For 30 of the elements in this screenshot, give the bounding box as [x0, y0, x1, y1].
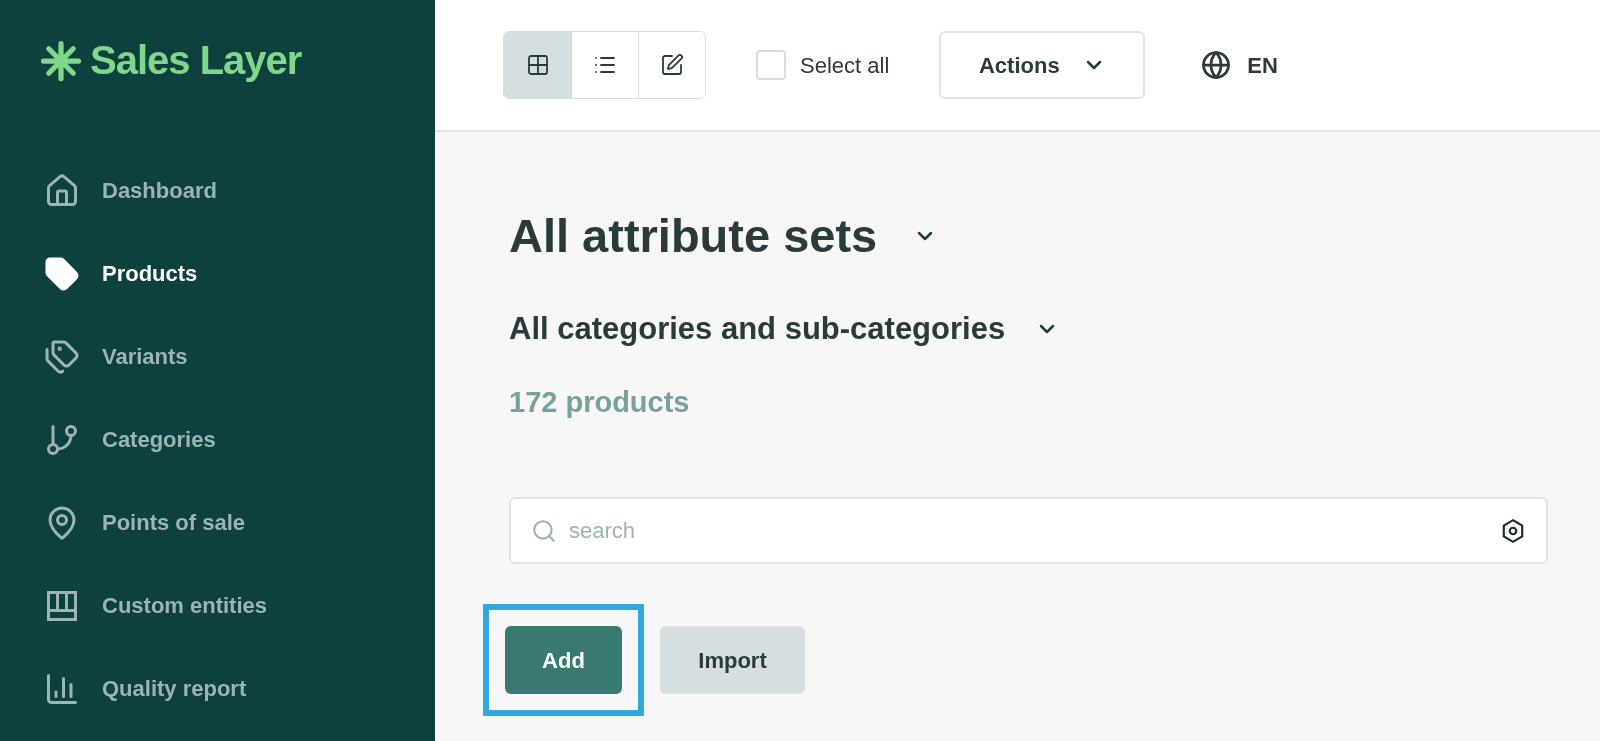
search-icon	[531, 517, 557, 544]
house-icon	[44, 172, 80, 209]
tag-icon	[44, 255, 80, 292]
sidebar-item[interactable]: Products	[0, 232, 435, 315]
category-filter: All categories and sub-categories	[509, 313, 1006, 344]
select-all-checkbox[interactable]	[756, 50, 786, 80]
tags-icon	[44, 338, 80, 375]
hexagon-settings-icon[interactable]	[1500, 517, 1526, 544]
sidebar-item[interactable]: Points of sale	[0, 481, 435, 564]
edit-icon	[660, 53, 684, 77]
import-button[interactable]: Import	[660, 626, 805, 694]
select-all-label: Select all	[800, 51, 890, 80]
product-count: 172 products	[509, 388, 691, 417]
actions-dropdown[interactable]: Actions	[939, 31, 1146, 99]
view-toggle-button[interactable]	[638, 32, 705, 98]
logo-text: Sales Layer	[90, 40, 302, 80]
sidebar-item[interactable]: Custom entities	[0, 564, 435, 647]
globe-icon	[1201, 50, 1232, 80]
sidebar-item[interactable]: Dashboard	[0, 149, 435, 232]
sidebar-item[interactable]: Categories	[0, 398, 435, 481]
language-selector[interactable]: EN	[1201, 48, 1278, 82]
view-toggle-button[interactable]	[504, 32, 571, 98]
grid-icon	[525, 53, 550, 77]
search-input[interactable]: search	[569, 514, 1488, 547]
page-title: All attribute sets	[509, 212, 878, 259]
sidebar-item[interactable]: Quality report	[0, 647, 435, 730]
search-field[interactable]: search	[509, 497, 1548, 564]
asterisk-logo-icon	[40, 40, 82, 82]
sidebar-item[interactable]: Variants	[0, 315, 435, 398]
add-button[interactable]: Add	[505, 626, 622, 694]
